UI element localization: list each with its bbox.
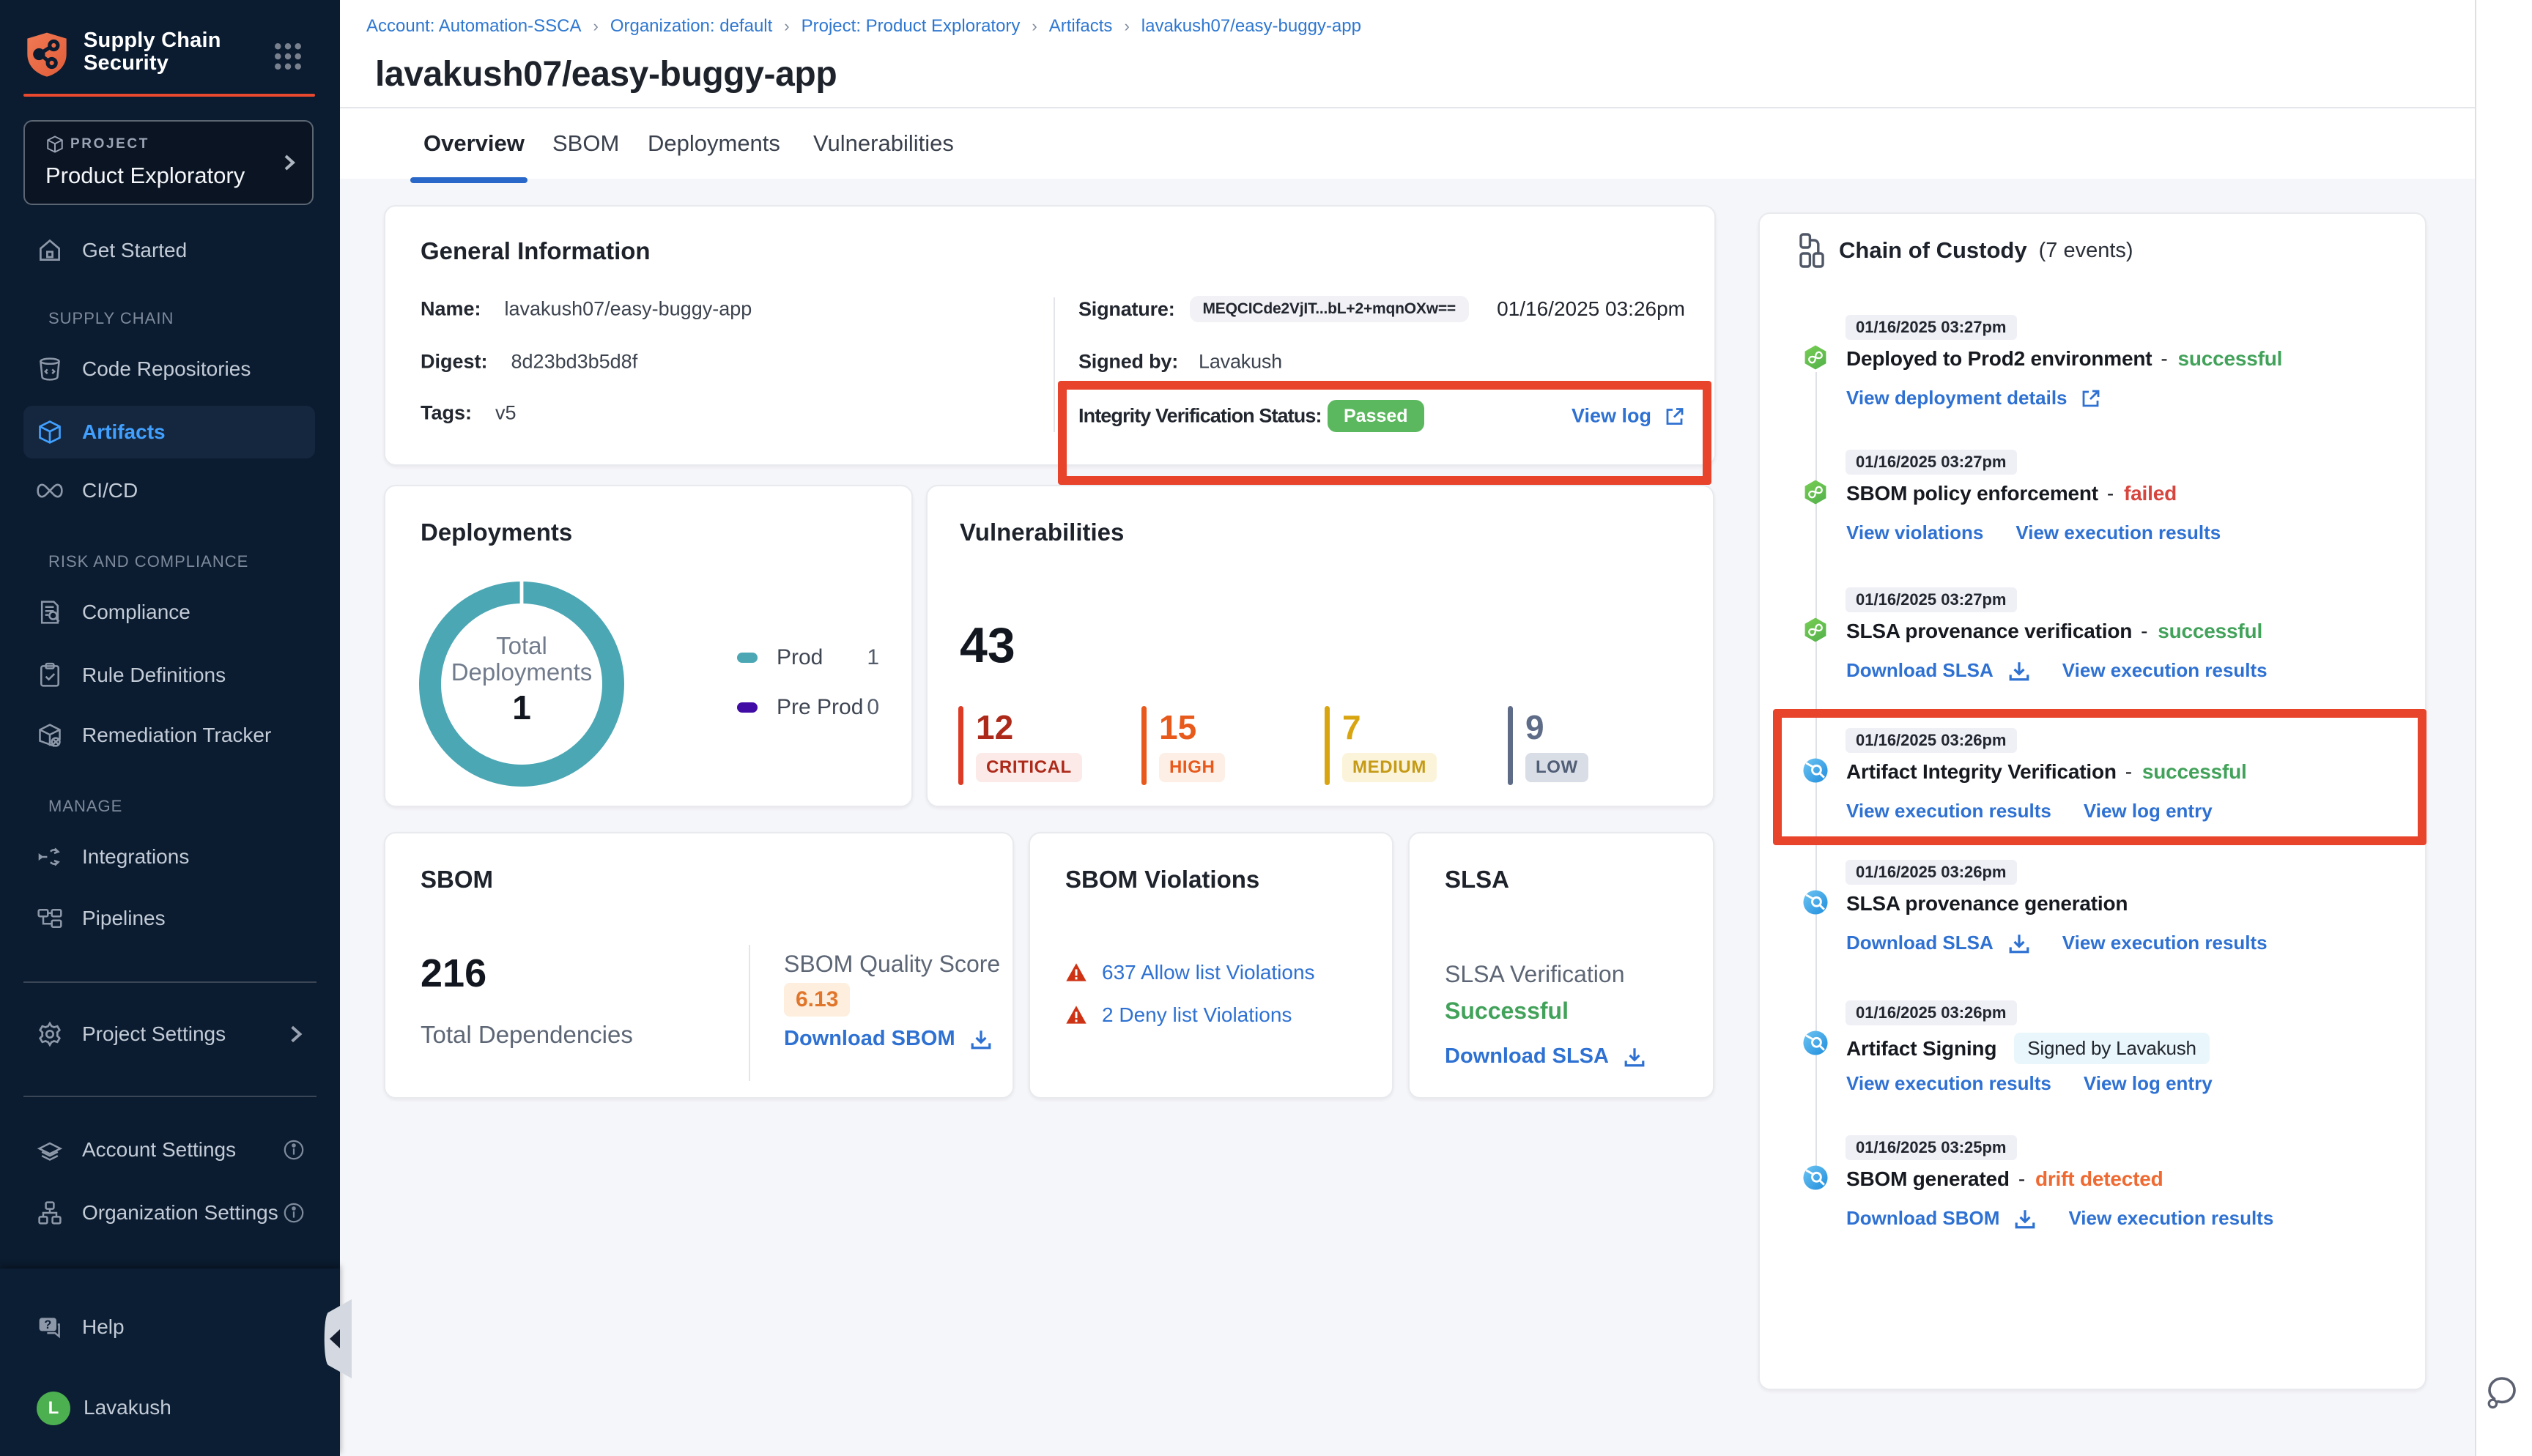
- svg-text:?: ?: [44, 1318, 51, 1331]
